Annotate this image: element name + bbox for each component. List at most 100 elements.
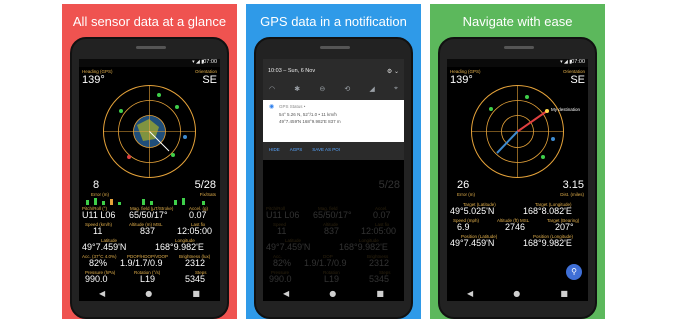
agps-button[interactable]: AGPS bbox=[290, 147, 303, 152]
target-longitude-value: 168°8.082'E bbox=[523, 206, 572, 216]
back-icon[interactable]: ◀ bbox=[467, 289, 473, 298]
rotation-value: L19 bbox=[140, 274, 156, 284]
hide-button[interactable]: HIDE bbox=[269, 147, 280, 152]
accel-value: 0.07 bbox=[189, 210, 207, 220]
location-fab-icon[interactable]: ⚲ bbox=[566, 264, 582, 280]
position-longitude-value: 168°9.982'E bbox=[523, 238, 572, 248]
home-icon[interactable]: ● bbox=[145, 289, 152, 298]
satellite-marker bbox=[183, 135, 187, 139]
bluetooth-icon[interactable]: ✱ bbox=[294, 85, 300, 93]
last-fix-value: 12:05:00 bbox=[177, 226, 213, 236]
heading-arrow bbox=[496, 130, 519, 154]
destination-label: My destination bbox=[551, 107, 581, 112]
notification-line-2: 49°7.459'N 168°9.982'E 837 m bbox=[279, 119, 341, 124]
speed-value: 11 bbox=[93, 226, 103, 236]
satellite-marker bbox=[157, 93, 161, 97]
earpiece bbox=[136, 46, 166, 49]
status-icons: ▾ ◢ ▮ bbox=[560, 59, 572, 65]
steps-value: 5345 bbox=[185, 274, 206, 284]
status-time: 07:00 bbox=[203, 59, 217, 65]
orientation-value: SE bbox=[570, 74, 585, 86]
mag-field-value: 65/50/17° bbox=[129, 210, 168, 220]
panel-notification: GPS data in a notification 5/28 Pitch/Ro… bbox=[246, 4, 421, 319]
back-icon[interactable]: ◀ bbox=[283, 289, 289, 298]
earpiece bbox=[320, 46, 350, 49]
signal-bars bbox=[86, 198, 205, 205]
panel-sensor-data: All sensor data at a glance ▾ ◢ ▮ 07:00 … bbox=[62, 4, 237, 319]
satellite-marker bbox=[127, 155, 131, 159]
recents-icon[interactable]: ■ bbox=[192, 289, 200, 298]
signal-icon[interactable]: ◢ bbox=[369, 85, 374, 93]
pitch-roll-value: U11 L06 bbox=[82, 210, 116, 220]
destination-arrow bbox=[516, 110, 548, 133]
phone-screen: ▾ ◢ ▮ 07:00 Heading (GPS) Orientation 13… bbox=[447, 59, 588, 301]
error-label: Error (m) bbox=[457, 192, 475, 197]
brightness-value: 2312 bbox=[185, 258, 206, 268]
satellite-marker bbox=[175, 105, 179, 109]
location-icon[interactable]: ⌖ bbox=[394, 85, 398, 93]
wifi-icon[interactable]: ◠ bbox=[269, 85, 275, 93]
home-icon[interactable]: ● bbox=[329, 289, 336, 298]
distance-label: Dist. (miles) bbox=[560, 192, 584, 197]
fix-sats-value: 5/28 bbox=[194, 179, 216, 191]
satellite-marker bbox=[171, 153, 175, 157]
satellite-marker bbox=[489, 107, 493, 111]
rotate-icon[interactable]: ⟲ bbox=[344, 85, 350, 93]
error-value: 8 bbox=[93, 179, 100, 191]
android-nav-bar: ◀ ● ■ bbox=[79, 286, 220, 301]
phone-frame: ▾ ◢ ▮ 07:00 Heading (GPS) Orientation 13… bbox=[438, 37, 597, 319]
recents-icon[interactable]: ■ bbox=[560, 289, 568, 298]
android-nav-bar: ◀ ● ■ bbox=[447, 286, 588, 301]
earpiece bbox=[504, 46, 534, 49]
target-bearing-value: 207° bbox=[555, 222, 574, 232]
sky-view-compass bbox=[103, 85, 196, 178]
notification-actions: HIDE AGPS SAVE AS POI bbox=[269, 147, 389, 152]
phone-screen: 5/28 Pitch/Roll U11 L06 Mag. field 65/50… bbox=[263, 59, 404, 301]
panel-caption: All sensor data at a glance bbox=[72, 14, 227, 29]
position-latitude-value: 49°7.459'N bbox=[450, 238, 495, 248]
destination-marker bbox=[545, 109, 549, 113]
satellite-marker bbox=[541, 155, 545, 159]
altitude-value: 837 bbox=[140, 226, 156, 236]
quick-settings-row: ◠ ✱ ⊖ ⟲ ◢ ⌖ bbox=[269, 85, 398, 93]
back-icon[interactable]: ◀ bbox=[99, 289, 105, 298]
status-bar: ▾ ◢ ▮ 07:00 bbox=[79, 59, 220, 67]
latitude-value: 49°7.459'N bbox=[82, 242, 127, 252]
longitude-value: 168°9.982'E bbox=[155, 242, 204, 252]
satellite-marker bbox=[525, 95, 529, 99]
phone-screen: ▾ ◢ ▮ 07:00 Heading (GPS) Orientation 13… bbox=[79, 59, 220, 301]
pressure-value: 990.0 bbox=[85, 274, 108, 284]
navigation-compass bbox=[471, 85, 564, 178]
status-time: 07:00 bbox=[571, 59, 585, 65]
speed-value: 6.9 bbox=[457, 222, 470, 232]
home-icon[interactable]: ● bbox=[513, 289, 520, 298]
battery-value: 82% bbox=[89, 258, 108, 268]
notification-app-name: GPS Status • bbox=[279, 104, 306, 109]
satellite-marker bbox=[551, 137, 555, 141]
phone-frame: ▾ ◢ ▮ 07:00 Heading (GPS) Orientation 13… bbox=[70, 37, 229, 319]
shade-time: 10:03 – Sun, 6 Nov bbox=[268, 68, 316, 74]
panel-caption: GPS data in a notification bbox=[260, 14, 407, 29]
status-bar: ▾ ◢ ▮ 07:00 bbox=[447, 59, 588, 67]
target-latitude-value: 49°5.025'N bbox=[450, 206, 495, 216]
recents-icon[interactable]: ■ bbox=[376, 289, 384, 298]
satellite-marker bbox=[119, 109, 123, 113]
orientation-value: SE bbox=[202, 74, 217, 86]
settings-icon[interactable]: ⚙ ⌄ bbox=[387, 68, 399, 75]
gps-status-icon: ◉ bbox=[269, 104, 275, 110]
altitude-value: 2746 bbox=[505, 222, 526, 232]
dop-value: 1.9/1.7/0.9 bbox=[120, 258, 163, 268]
panel-caption: Navigate with ease bbox=[462, 14, 573, 29]
panel-navigation: Navigate with ease ▾ ◢ ▮ 07:00 Heading (… bbox=[430, 4, 605, 319]
save-as-poi-button[interactable]: SAVE AS POI bbox=[312, 147, 340, 152]
notification-shade[interactable]: 10:03 – Sun, 6 Nov ⚙ ⌄ ◠ ✱ ⊖ ⟲ ◢ ⌖ ◉ GPS… bbox=[263, 59, 404, 160]
phone-frame: 5/28 Pitch/Roll U11 L06 Mag. field 65/50… bbox=[254, 37, 413, 319]
gps-notification[interactable]: ◉ GPS Status • 54° 5.26 N, 52°/1.0 • 11 … bbox=[263, 100, 404, 142]
notification-line-1: 54° 5.26 N, 52°/1.0 • 11 km/h bbox=[279, 112, 337, 117]
status-icons: ▾ ◢ ▮ bbox=[192, 59, 204, 65]
distance-value: 3.15 bbox=[562, 179, 584, 191]
dnd-icon[interactable]: ⊖ bbox=[319, 85, 325, 93]
error-value: 26 bbox=[457, 179, 470, 191]
android-nav-bar: ◀ ● ■ bbox=[263, 286, 404, 301]
promo-banner: All sensor data at a glance ▾ ◢ ▮ 07:00 … bbox=[0, 0, 680, 326]
